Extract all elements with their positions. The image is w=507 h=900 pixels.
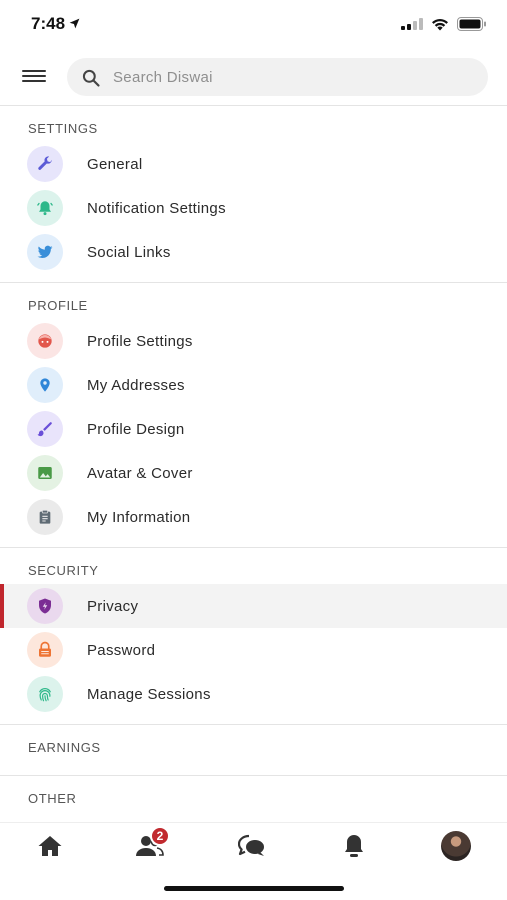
menu-item-profile-design[interactable]: Profile Design [0, 407, 507, 451]
chat-icon [238, 834, 264, 856]
menu-item-label: Social Links [87, 243, 171, 261]
section-title: PROFILE [28, 298, 88, 313]
hamburger-menu-button[interactable] [22, 67, 46, 87]
menu-item-label: Notification Settings [87, 199, 226, 217]
menu-item-label: Profile Settings [87, 332, 193, 350]
menu-item-label: Password [87, 641, 156, 659]
wifi-icon [432, 18, 448, 30]
menu-item-manage-sessions[interactable]: Manage Sessions [0, 672, 507, 716]
signal-icon [401, 18, 423, 30]
menu-item-social-links[interactable]: Social Links [0, 230, 507, 274]
bell-icon [345, 835, 363, 857]
menu-item-label: Privacy [87, 597, 139, 615]
nav-notifications[interactable] [334, 829, 374, 863]
search-header [0, 55, 507, 105]
nav-profile[interactable] [436, 829, 476, 863]
menu-item-my-information[interactable]: My Information [0, 495, 507, 539]
menu-item-label: My Information [87, 508, 191, 526]
section-settings: SETTINGS General Notification Settings S… [0, 106, 507, 283]
battery-icon [457, 17, 486, 31]
search-input[interactable] [113, 58, 473, 96]
menu-item-general[interactable]: General [0, 142, 507, 186]
face-icon [27, 323, 63, 359]
menu-item-my-addresses[interactable]: My Addresses [0, 363, 507, 407]
menu-item-avatar-cover[interactable]: Avatar & Cover [0, 451, 507, 495]
location-arrow-icon [69, 18, 80, 29]
fingerprint-icon [27, 676, 63, 712]
search-box[interactable] [67, 58, 488, 96]
image-icon [27, 455, 63, 491]
nav-chat[interactable] [232, 829, 272, 863]
menu-item-profile-settings[interactable]: Profile Settings [0, 319, 507, 363]
brush-icon [27, 411, 63, 447]
nav-friends[interactable]: 2 [130, 826, 170, 863]
menu-item-label: Manage Sessions [87, 685, 211, 703]
menu-item-privacy[interactable]: Privacy [0, 584, 507, 628]
friends-badge: 2 [150, 826, 170, 846]
menu-line [22, 75, 46, 77]
section-title: EARNINGS [28, 740, 101, 755]
avatar [441, 831, 471, 861]
lock-icon [27, 632, 63, 668]
section-earnings[interactable]: EARNINGS [0, 725, 507, 776]
section-other[interactable]: OTHER [0, 776, 507, 820]
search-icon [82, 69, 100, 87]
menu-line [22, 70, 46, 72]
menu-item-label: General [87, 155, 143, 173]
nav-home[interactable] [30, 829, 70, 863]
home-icon [38, 836, 62, 856]
menu-item-notification-settings[interactable]: Notification Settings [0, 186, 507, 230]
section-title: SECURITY [28, 563, 99, 578]
map-pin-icon [27, 367, 63, 403]
menu-line [22, 80, 46, 82]
twitter-icon [27, 234, 63, 270]
settings-menu[interactable]: SETTINGS General Notification Settings S… [0, 105, 507, 821]
menu-item-label: My Addresses [87, 376, 185, 394]
shield-icon [27, 588, 63, 624]
menu-item-label: Profile Design [87, 420, 185, 438]
time-label: 7:48 [31, 14, 66, 33]
section-security: SECURITY Privacy Password Manage Session… [0, 548, 507, 725]
status-time: 7:48 [31, 14, 81, 34]
bell-icon [27, 190, 63, 226]
bottom-nav: 2 [0, 822, 507, 872]
wrench-icon [27, 146, 63, 182]
section-profile: PROFILE Profile Settings My Addresses Pr… [0, 283, 507, 548]
status-bar: 7:48 [0, 0, 507, 50]
status-icons [401, 17, 487, 31]
menu-item-label: Avatar & Cover [87, 464, 193, 482]
menu-item-password[interactable]: Password [0, 628, 507, 672]
section-title: SETTINGS [28, 121, 98, 136]
home-indicator [164, 886, 344, 891]
clipboard-icon [27, 499, 63, 535]
section-title: OTHER [28, 791, 77, 806]
